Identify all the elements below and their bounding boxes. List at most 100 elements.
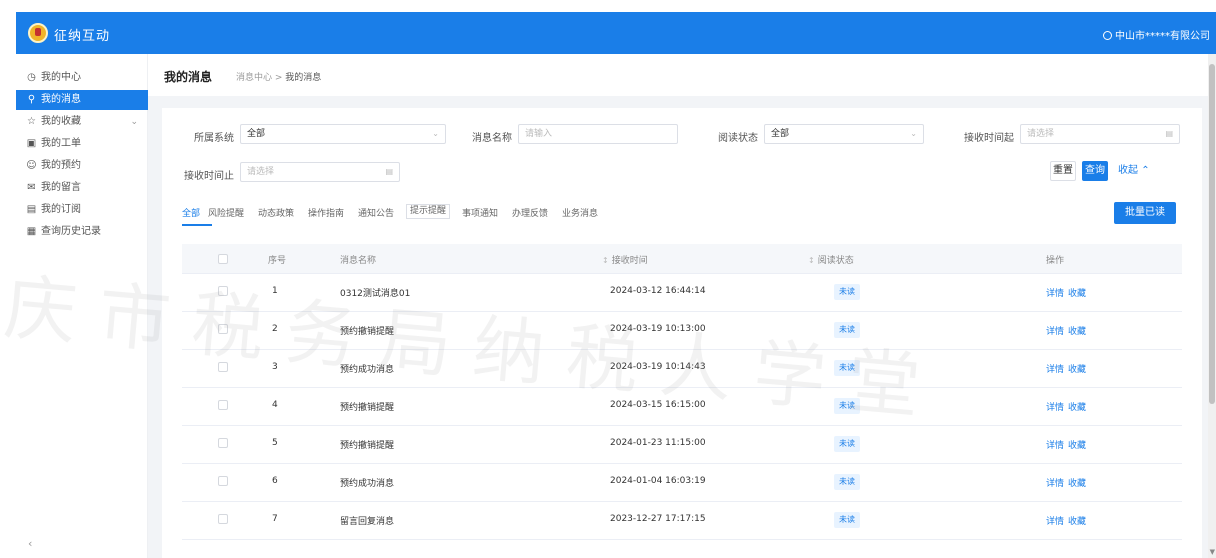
page-title: 我的消息 <box>164 70 213 84</box>
tab-guide[interactable]: 操作指南 <box>308 206 344 219</box>
message-name-input[interactable]: 请输入 <box>518 124 678 144</box>
sidebar-item-center[interactable]: ◷ 我的中心 <box>16 68 148 88</box>
mark-all-read-button[interactable]: 批量已读 <box>1114 202 1176 224</box>
sidebar-item-tickets[interactable]: ▣ 我的工单 <box>16 134 148 154</box>
collect-link[interactable]: 收藏 <box>1068 362 1086 375</box>
collect-link[interactable]: 收藏 <box>1068 514 1086 527</box>
table-row[interactable]: 1 0312测试消息01 2024-03-12 16:44:14 未读 详情 收… <box>182 274 1182 312</box>
status-badge: 未读 <box>834 398 860 414</box>
collect-link[interactable]: 收藏 <box>1068 400 1086 413</box>
row-name: 预约撤销提醒 <box>340 327 395 337</box>
filter-end-label: 接收时间止 <box>184 171 234 182</box>
start-date-placeholder: 请选择 <box>1027 129 1055 139</box>
user-icon <box>1103 31 1112 40</box>
detail-link[interactable]: 详情 <box>1046 514 1064 527</box>
row-time: 2024-03-19 10:14:43 <box>610 362 706 372</box>
row-time: 2024-01-04 16:03:19 <box>610 476 706 486</box>
search-button[interactable]: 查询 <box>1082 161 1108 181</box>
collect-link[interactable]: 收藏 <box>1068 286 1086 299</box>
row-checkbox[interactable] <box>218 400 228 410</box>
end-date-input[interactable]: 请选择 ▤ <box>240 162 400 182</box>
scrollbar-thumb[interactable] <box>1209 64 1215 404</box>
row-checkbox[interactable] <box>218 514 228 524</box>
system-select[interactable]: 全部 ⌄ <box>240 124 446 144</box>
row-time: 2024-03-19 10:13:00 <box>610 324 706 334</box>
user-name: 中山市*****有限公司 <box>1115 31 1210 42</box>
vertical-scrollbar[interactable]: ▼ <box>1208 54 1216 558</box>
tab-risk[interactable]: 风险提醒 <box>208 206 244 219</box>
status-badge: 未读 <box>834 512 860 528</box>
breadcrumb-bar: 我的消息 消息中心 > 我的消息 <box>148 54 1216 96</box>
filter-status-label: 阅读状态 <box>718 133 758 144</box>
sidebar-item-messages[interactable]: ⚲ 我的消息 <box>16 90 148 110</box>
row-no: 3 <box>272 362 278 372</box>
table-row[interactable]: 6 预约成功消息 2024-01-04 16:03:19 未读 详情 收藏 <box>182 464 1182 502</box>
read-status-select[interactable]: 全部 ⌄ <box>764 124 924 144</box>
chevron-down-icon: ⌄ <box>130 117 138 127</box>
collect-link[interactable]: 收藏 <box>1068 476 1086 489</box>
status-badge: 未读 <box>834 322 860 338</box>
detail-link[interactable]: 详情 <box>1046 476 1064 489</box>
row-no: 4 <box>272 400 278 410</box>
start-date-input[interactable]: 请选择 ▤ <box>1020 124 1180 144</box>
table-row[interactable]: 5 预约撤销提醒 2024-01-23 11:15:00 未读 详情 收藏 <box>182 426 1182 464</box>
pin-icon: ⚲ <box>27 94 36 105</box>
chevron-up-icon: ⌃ <box>1141 165 1150 176</box>
tab-policy[interactable]: 动态政策 <box>258 206 294 219</box>
table-row[interactable]: 4 预约撤销提醒 2024-03-15 16:15:00 未读 详情 收藏 <box>182 388 1182 426</box>
tab-notice[interactable]: 通知公告 <box>358 206 394 219</box>
end-date-placeholder: 请选择 <box>247 167 275 177</box>
sidebar-item-history[interactable]: ▦ 查询历史记录 <box>16 222 148 242</box>
reset-button[interactable]: 重置 <box>1050 161 1076 181</box>
collect-link[interactable]: 收藏 <box>1068 438 1086 451</box>
select-all-checkbox[interactable] <box>218 254 228 264</box>
tab-reminder[interactable]: 提示提醒 <box>406 204 451 219</box>
detail-link[interactable]: 详情 <box>1046 438 1064 451</box>
collapse-filters-button[interactable]: 收起 ⌃ <box>1118 161 1158 181</box>
row-name: 留言回复消息 <box>340 517 395 527</box>
row-no: 1 <box>272 286 278 296</box>
detail-link[interactable]: 详情 <box>1046 324 1064 337</box>
scroll-down-arrow-icon[interactable]: ▼ <box>1210 548 1215 556</box>
detail-link[interactable]: 详情 <box>1046 362 1064 375</box>
detail-link[interactable]: 详情 <box>1046 400 1064 413</box>
tab-matter[interactable]: 事项通知 <box>462 206 498 219</box>
row-checkbox[interactable] <box>218 362 228 372</box>
row-no: 2 <box>272 324 278 334</box>
detail-link[interactable]: 详情 <box>1046 286 1064 299</box>
sidebar-item-subscriptions[interactable]: ▤ 我的订阅 <box>16 200 148 220</box>
table-row[interactable]: 2 预约撤销提醒 2024-03-19 10:13:00 未读 详情 收藏 <box>182 312 1182 350</box>
tab-business[interactable]: 业务消息 <box>562 206 598 219</box>
table-row[interactable]: 7 留言回复消息 2023-12-27 17:17:15 未读 详情 收藏 <box>182 502 1182 540</box>
breadcrumb-parent[interactable]: 消息中心 <box>236 73 272 83</box>
col-time[interactable]: ↕ 接收时间 <box>602 253 648 266</box>
row-checkbox[interactable] <box>218 438 228 448</box>
col-status-label: 阅读状态 <box>817 256 854 266</box>
table-row[interactable]: 3 预约成功消息 2024-03-19 10:14:43 未读 详情 收藏 <box>182 350 1182 388</box>
tab-feedback[interactable]: 办理反馈 <box>512 206 548 219</box>
content-card: 所属系统 全部 ⌄ 消息名称 请输入 阅读状态 全部 ⌄ 接收时间起 请选择 ▤ 接收… <box>162 108 1202 558</box>
collect-link[interactable]: 收藏 <box>1068 324 1086 337</box>
row-no: 7 <box>272 514 278 524</box>
tab-all[interactable]: 全部 <box>182 206 200 219</box>
row-time: 2023-12-27 17:17:15 <box>610 514 706 524</box>
row-checkbox[interactable] <box>218 476 228 486</box>
sidebar-item-comments[interactable]: ✉ 我的留言 <box>16 178 148 198</box>
sidebar-item-favorites[interactable]: ☆ 我的收藏 ⌄ <box>16 112 148 132</box>
sidebar-item-label: 我的留言 <box>41 182 81 193</box>
sort-icon: ↕ <box>808 256 815 265</box>
col-status[interactable]: ↕ 阅读状态 <box>808 253 854 266</box>
calendar-icon: ▤ <box>385 167 393 176</box>
filter-system-label: 所属系统 <box>194 133 234 144</box>
row-name: 预约成功消息 <box>340 365 395 375</box>
tax-emblem-icon <box>28 23 48 43</box>
calendar-icon: ▤ <box>26 204 37 215</box>
row-checkbox[interactable] <box>218 324 228 334</box>
row-checkbox[interactable] <box>218 286 228 296</box>
collapse-sidebar-icon[interactable]: ‹ <box>28 537 32 550</box>
row-time: 2024-01-23 11:15:00 <box>610 438 706 448</box>
read-status-value: 全部 <box>771 129 790 139</box>
user-menu[interactable]: 中山市*****有限公司 <box>1103 27 1210 42</box>
filter-start-label: 接收时间起 <box>964 133 1014 144</box>
sidebar-item-appointments[interactable]: ☺ 我的预约 <box>16 156 148 176</box>
